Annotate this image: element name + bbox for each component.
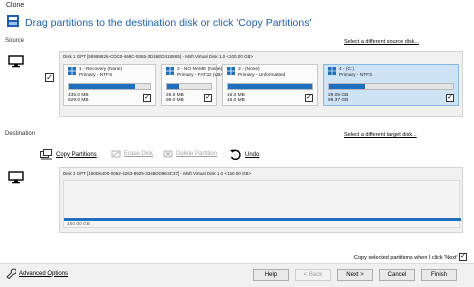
partition-type: Primary - Unformatted [238,73,286,78]
partition-type: Primary - NTFS [79,73,113,78]
partition-usage-fill [228,84,312,89]
destination-label: Destination [5,131,36,137]
partition-checkbox[interactable]: ✓ [204,94,212,102]
advanced-options-label: Advanced Options [19,270,69,277]
partition-total: 529.0 MB [68,98,89,103]
partition-total: 16.0 MB [227,98,245,103]
next-button[interactable]: Next > [337,269,373,281]
partition-usage-bar [227,83,313,90]
partition-checkbox[interactable]: ✓ [143,94,151,102]
copy-partitions-button[interactable]: Copy Partitions [40,149,97,160]
copy-on-next-label: Copy selected partitions when I click 'N… [354,255,458,261]
back-button[interactable]: < Back [295,269,331,281]
destination-disk-panel: Disk 2 GPT [180D6400-0062-4263-8925-3348… [59,167,463,233]
partition-usage-fill [69,84,136,89]
header-instruction: Drag partitions to the destination disk … [25,17,312,29]
erase-disk-button[interactable]: Erase Disk [111,149,153,159]
partition-type: Primary - NTFS [339,73,373,78]
undo-button[interactable]: Undo [229,148,259,161]
source-partition-2[interactable]: 2 - NO NAME (None) Primary - FAT32 (LBA)… [161,64,225,106]
partition-total: 99.0 MB [166,98,184,103]
undo-icon [230,149,241,161]
unallocated-space[interactable]: 150.00 GB [63,180,461,228]
advanced-options-link[interactable]: Advanced Options [5,268,68,279]
window-title: Clone [6,2,25,9]
delete-partition-button[interactable]: Delete Partition [163,149,217,159]
partition-usage-fill [329,84,365,89]
partition-usage-bar [166,83,212,90]
partition-usage-fill [167,84,179,89]
delete-icon [163,150,173,158]
source-partition-1[interactable]: 1 - Recovery (None) Primary - NTFS 435.0… [63,64,156,106]
destination-monitor-icon [8,171,24,184]
free-space-bar [64,218,461,221]
undo-label: Undo [245,151,260,158]
free-space-size: 150.00 GB [67,222,90,227]
partition-checkbox[interactable]: ✓ [446,94,454,102]
partition-usage-bar [68,83,151,90]
source-disk-header: Disk 1 GPT [58988826-CDC0-469C-9365-3D46… [63,54,254,59]
erase-disk-label: Erase Disk [124,151,154,157]
source-partition-3[interactable]: 3 - (None) Primary - Unformatted 16.0 MB… [222,64,318,106]
finish-button[interactable]: Finish [421,269,457,281]
select-source-disk-link[interactable]: Select a different source disk... [344,39,419,45]
wrench-icon [6,268,16,279]
copy-on-next-checkbox[interactable]: ✓ [459,253,467,261]
source-partition-4[interactable]: 4 - (C:) Primary - NTFS 29.05 GB 99.37 G… [323,64,459,106]
source-label: Source [5,38,25,44]
partition-checkbox[interactable]: ✓ [305,94,313,102]
windows-logo-icon [227,67,235,75]
select-target-disk-link[interactable]: Select a different target disk... [344,132,417,138]
source-monitor-icon [8,55,24,68]
cancel-button[interactable]: Cancel [379,269,415,281]
partition-total: 99.37 GB [328,98,349,103]
windows-logo-icon [68,67,76,75]
windows-logo-icon [328,67,336,75]
partition-name: 1 - Recovery (None) [79,67,123,72]
help-button[interactable]: Help [253,269,289,281]
destination-disk-header: Disk 2 GPT [180D6400-0062-4263-8925-3348… [63,171,252,176]
partition-usage-bar [328,83,454,90]
windows-logo-icon [166,67,174,75]
partition-name: 4 - (C:) [339,67,354,72]
erase-icon [111,150,121,158]
partition-name: 2 - NO NAME (None) [177,67,223,72]
copy-partitions-label: Copy Partitions [56,151,97,158]
copy-icon [40,149,52,160]
partition-name: 3 - (None) [238,67,260,72]
partition-type: Primary - FAT32 (LBA) [177,73,226,78]
clone-disk-icon [7,15,19,27]
source-disk-checkbox[interactable]: ✓ [45,73,54,82]
source-disk-panel: Disk 1 GPT [58988826-CDC0-469C-9365-3D46… [59,51,463,117]
delete-partition-label: Delete Partition [176,151,218,157]
